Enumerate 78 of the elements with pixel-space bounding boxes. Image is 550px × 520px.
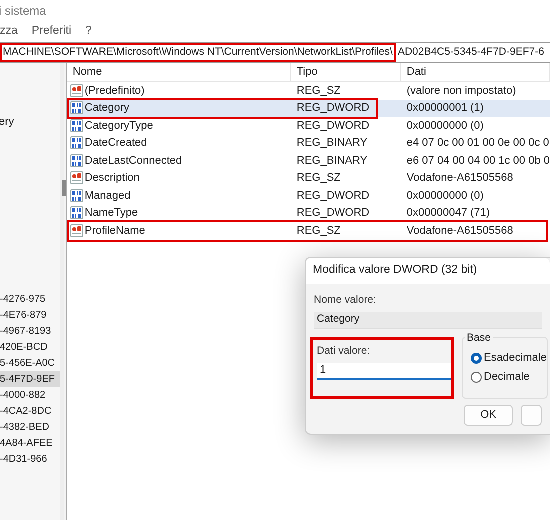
table-row[interactable]: (Predefinito) REG_SZ (valore non impostato): [66, 82, 550, 100]
tree-item[interactable]: -4000-882: [0, 387, 60, 403]
value-name: DateCreated: [84, 136, 148, 151]
string-value-icon: [70, 224, 84, 238]
radio-label[interactable]: Esadecimale: [484, 350, 547, 366]
value-name: (Predefinito): [84, 84, 145, 98]
table-row[interactable]: DateCreated REG_BINARY e4 07 0c 00 01 00 0e 00 0c 0: [66, 134, 550, 152]
value-data: e6 07 04 00 04 00 1c 00 0b 0: [406, 154, 550, 166]
value-type: REG_DWORD: [296, 102, 370, 114]
value-name: DateLastConnected: [84, 154, 182, 168]
tree-item[interactable]: -4967-8193: [0, 323, 60, 339]
dialog-title: Modifica valore DWORD (32 bit): [313, 263, 478, 278]
tree-item[interactable]: 420E-BCD: [0, 339, 60, 355]
value-type: REG_DWORD: [296, 120, 370, 132]
scrollbar-thumb[interactable]: [62, 180, 66, 196]
value-type: REG_SZ: [296, 84, 341, 96]
table-row[interactable]: Managed REG_DWORD 0x00000000 (0): [66, 187, 550, 204]
address-bar[interactable]: MACHINE\SOFTWARE\Microsoft\Windows NT\CurrentVersion\NetworkList\Profiles\ AD02B4C5-5345-4F7D-9EF7-6: [0, 42, 550, 63]
address-key: AD02B4C5-5345-4F7D-9EF7-6: [396, 44, 544, 60]
value-name: Category: [84, 101, 130, 116]
column-header[interactable]: Nome: [72, 64, 102, 80]
field-label: Nome valore:: [314, 293, 378, 308]
field-label: Dati valore:: [317, 344, 372, 359]
value-data: 0x00000001 (1): [406, 102, 484, 114]
value-data: Vodafone-A61505568: [406, 172, 514, 184]
table-row[interactable]: ProfileName REG_SZ Vodafone-A61505568: [66, 222, 550, 240]
tree-item[interactable]: -4276-975: [0, 291, 60, 307]
menu-item[interactable]: zza: [0, 22, 18, 40]
value-name: CategoryType: [84, 118, 154, 134]
menu-item[interactable]: ?: [86, 22, 92, 40]
string-value-icon: [70, 171, 84, 186]
tree-item[interactable]: 5-456E-A0C: [0, 355, 60, 371]
value-type: REG_DWORD: [296, 190, 370, 202]
binary-value-icon: [70, 118, 84, 133]
tree-item[interactable]: 5-4F7D-9EF: [0, 371, 60, 387]
binary-value-icon: [70, 188, 84, 203]
tree-item[interactable]: -4382-BED: [0, 419, 60, 435]
table-row[interactable]: DateLastConnected REG_BINARY e6 07 04 00 04 00 1c 00 0b 0: [66, 152, 550, 170]
binary-value-icon: [70, 206, 84, 220]
value-type: REG_BINARY: [296, 154, 368, 166]
value-data: e4 07 0c 00 01 00 0e 00 0c 0: [406, 137, 550, 149]
tree-item[interactable]: -4D31-966: [0, 451, 60, 467]
value-type: REG_SZ: [296, 224, 341, 236]
string-value-icon: [70, 84, 84, 98]
ok-button[interactable]: OK: [464, 404, 514, 426]
address-path: MACHINE\SOFTWARE\Microsoft\Windows NT\CurrentVersion\NetworkList\Profiles\: [0, 43, 396, 62]
value-name: ProfileName: [84, 224, 146, 238]
window-title: i sistema: [0, 3, 46, 20]
radio-button[interactable]: [471, 372, 482, 383]
value-data: 0x00000047 (71): [406, 207, 490, 219]
value-type: REG_BINARY: [296, 137, 368, 149]
menu-item[interactable]: Preferiti: [32, 22, 72, 40]
value-data: (valore non impostato): [406, 84, 516, 96]
table-row[interactable]: Description REG_SZ Vodafone-A61505568: [66, 170, 550, 187]
name-field: Category: [314, 312, 542, 329]
table-row[interactable]: Category REG_DWORD 0x00000001 (1): [66, 100, 550, 117]
binary-value-icon: [70, 101, 84, 116]
value-name: NameType: [84, 206, 138, 221]
value-input[interactable]: 1: [317, 362, 451, 380]
table-row[interactable]: CategoryType REG_DWORD 0x00000000 (0): [66, 117, 550, 134]
value-name: Description: [84, 171, 140, 186]
binary-value-icon: [70, 154, 84, 168]
radio-button[interactable]: [471, 352, 482, 364]
table-row[interactable]: NameType REG_DWORD 0x00000047 (71): [66, 204, 550, 222]
value-name: Managed: [84, 188, 131, 204]
tree-item[interactable]: -4E76-879: [0, 307, 60, 323]
value-type: REG_SZ: [296, 172, 341, 184]
value-data: 0x00000000 (0): [406, 190, 484, 202]
value-data: 0x00000000 (0): [406, 120, 484, 132]
scrollbar[interactable]: [60, 63, 64, 520]
radio-label[interactable]: Decimale: [484, 369, 530, 386]
tree-item[interactable]: -4CA2-8DC: [0, 403, 60, 419]
value-type: REG_DWORD: [296, 207, 370, 219]
column-header[interactable]: Dati: [406, 64, 426, 80]
binary-value-icon: [70, 136, 84, 150]
tree-item[interactable]: 4A84-AFEE: [0, 435, 60, 451]
value-data: Vodafone-A61505568: [406, 224, 514, 236]
column-header[interactable]: Tipo: [296, 64, 318, 80]
